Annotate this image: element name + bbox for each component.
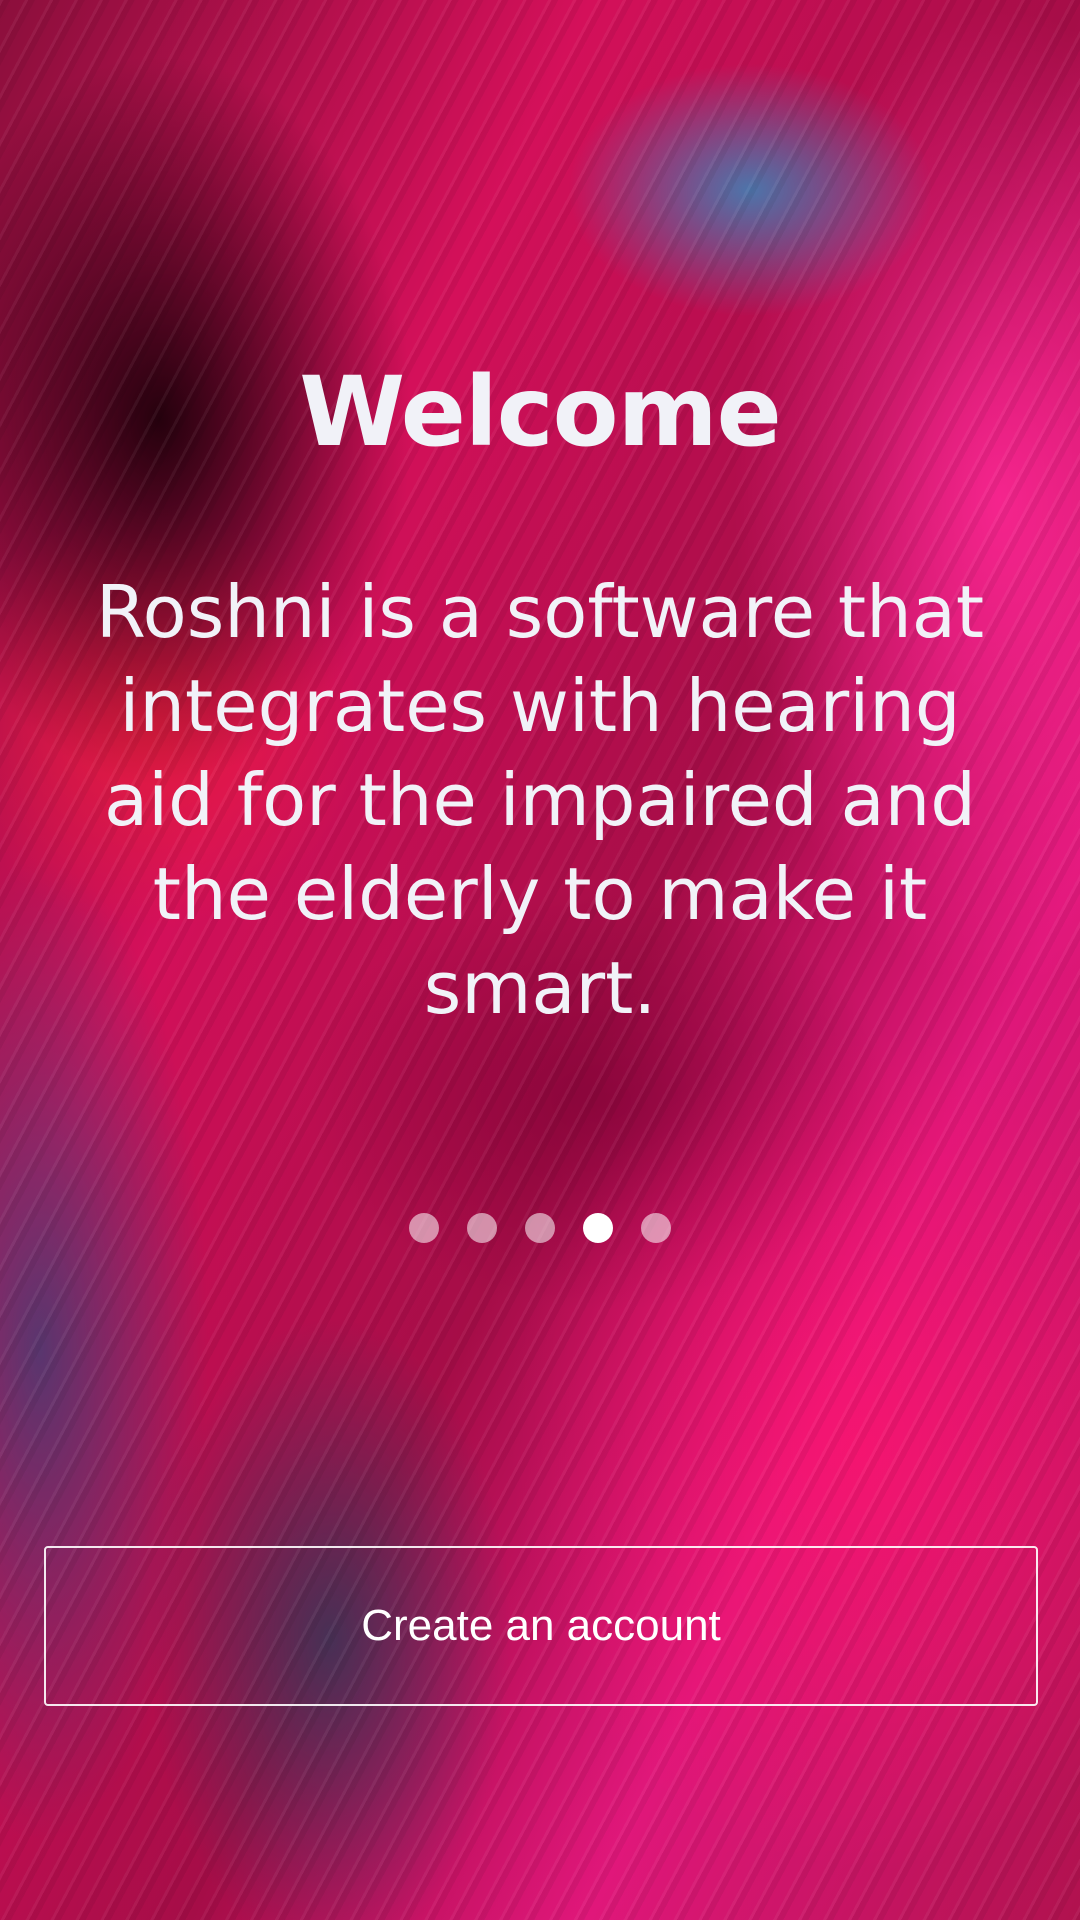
create-account-button[interactable]: Create an account (44, 1546, 1038, 1706)
page-dot-3[interactable] (525, 1213, 555, 1243)
page-dot-2[interactable] (467, 1213, 497, 1243)
page-dot-1[interactable] (409, 1213, 439, 1243)
page-indicator (0, 1213, 1080, 1243)
welcome-description: Roshni is a software that integrates wit… (95, 570, 985, 1030)
welcome-title: Welcome (299, 356, 781, 468)
page-dot-4[interactable] (583, 1213, 613, 1243)
page-dot-5[interactable] (641, 1213, 671, 1243)
onboarding-screen: Welcome Roshni is a software that integr… (0, 0, 1080, 1920)
